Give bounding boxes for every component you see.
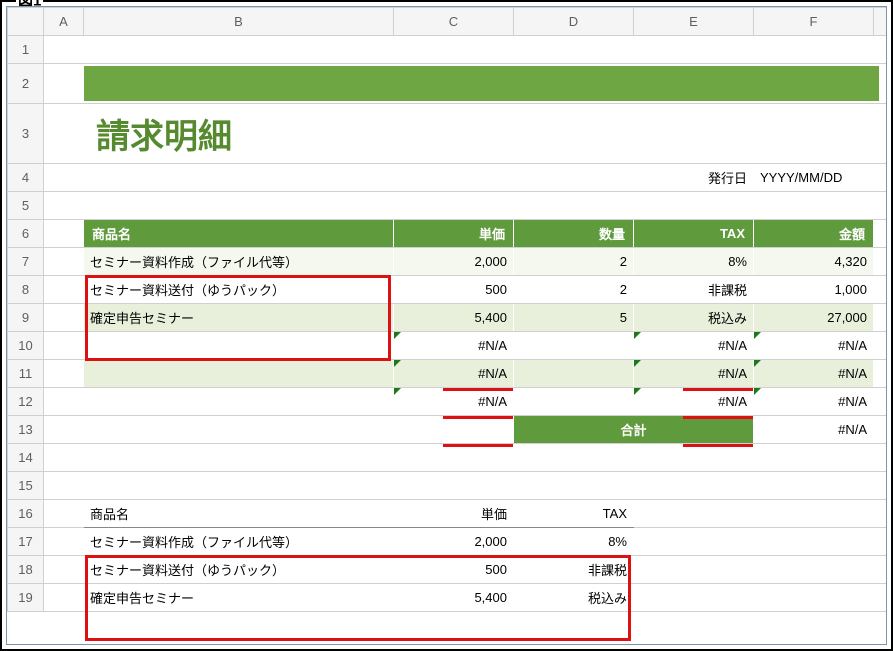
lookup-cell-price[interactable]: 5,400: [394, 584, 514, 612]
invoice-cell-tax-na[interactable]: #N/A: [634, 388, 754, 416]
invoice-th-name: 商品名: [84, 220, 393, 247]
invoice-cell-amt[interactable]: 1,000: [754, 276, 874, 304]
row-header-14[interactable]: 14: [8, 444, 44, 472]
lookup-th-tax: TAX: [514, 500, 634, 528]
col-header-A[interactable]: A: [44, 8, 84, 36]
header-accent-bar: [84, 66, 879, 101]
invoice-cell-name[interactable]: セミナー資料送付（ゆうパック）: [84, 276, 394, 304]
row-header-1[interactable]: 1: [8, 36, 44, 64]
invoice-cell-price[interactable]: 2,000: [394, 248, 514, 276]
row-header-9[interactable]: 9: [8, 304, 44, 332]
col-header-G[interactable]: G: [874, 8, 888, 36]
col-header-F[interactable]: F: [754, 8, 874, 36]
row-header-19[interactable]: 19: [8, 584, 44, 612]
invoice-cell-qty[interactable]: 2: [514, 276, 634, 304]
col-header-C[interactable]: C: [394, 8, 514, 36]
row-header-17[interactable]: 17: [8, 528, 44, 556]
row-header-18[interactable]: 18: [8, 556, 44, 584]
invoice-cell-qty[interactable]: 2: [514, 248, 634, 276]
row-header-2[interactable]: 2: [8, 64, 44, 104]
col-header-E[interactable]: E: [634, 8, 754, 36]
invoice-th-tax: TAX: [634, 220, 753, 247]
issue-date-label: 発行日: [634, 164, 754, 192]
invoice-cell-amt-na[interactable]: #N/A: [754, 360, 874, 388]
row-header-4[interactable]: 4: [8, 164, 44, 192]
invoice-cell-price-na[interactable]: #N/A: [394, 388, 514, 416]
invoice-cell-amt-na[interactable]: #N/A: [754, 388, 874, 416]
lookup-th-name: 商品名: [84, 500, 394, 528]
lookup-cell-tax[interactable]: 非課税: [514, 556, 634, 584]
lookup-cell-name[interactable]: セミナー資料作成（ファイル代等）: [84, 528, 394, 556]
invoice-cell-price-na[interactable]: #N/A: [394, 360, 514, 388]
invoice-cell-amt-na[interactable]: #N/A: [754, 332, 874, 360]
row-header-12[interactable]: 12: [8, 388, 44, 416]
lookup-th-price: 単価: [394, 500, 514, 528]
lookup-cell-name[interactable]: セミナー資料送付（ゆうパック）: [84, 556, 394, 584]
row-header-15[interactable]: 15: [8, 472, 44, 500]
row-header-10[interactable]: 10: [8, 332, 44, 360]
invoice-th-qty: 数量: [514, 220, 633, 247]
select-all-corner[interactable]: [8, 8, 44, 36]
row-header-7[interactable]: 7: [8, 248, 44, 276]
spreadsheet-frame: A B C D E F G 1 2: [6, 6, 887, 645]
invoice-total-label: 合計: [514, 416, 753, 443]
row-header-8[interactable]: 8: [8, 276, 44, 304]
col-header-B[interactable]: B: [84, 8, 394, 36]
invoice-cell-tax-na[interactable]: #N/A: [634, 332, 754, 360]
invoice-cell-amt[interactable]: 4,320: [754, 248, 874, 276]
invoice-cell-tax[interactable]: 8%: [634, 248, 754, 276]
column-header-row: A B C D E F G: [8, 8, 888, 36]
lookup-cell-price[interactable]: 2,000: [394, 528, 514, 556]
invoice-cell-name[interactable]: セミナー資料作成（ファイル代等）: [84, 248, 394, 276]
lookup-cell-name[interactable]: 確定申告セミナー: [84, 584, 394, 612]
invoice-cell-name[interactable]: 確定申告セミナー: [84, 304, 394, 332]
col-header-D[interactable]: D: [514, 8, 634, 36]
page-title: 請求明細: [90, 118, 232, 156]
invoice-cell-tax-na[interactable]: #N/A: [634, 360, 754, 388]
invoice-cell-price[interactable]: 5,400: [394, 304, 514, 332]
invoice-cell-tax[interactable]: 税込み: [634, 304, 754, 332]
invoice-total-value[interactable]: #N/A: [754, 416, 874, 444]
invoice-cell-tax[interactable]: 非課税: [634, 276, 754, 304]
row-header-11[interactable]: 11: [8, 360, 44, 388]
row-header-3[interactable]: 3: [8, 104, 44, 164]
invoice-th-amt: 金額: [754, 220, 873, 247]
row-header-5[interactable]: 5: [8, 192, 44, 220]
lookup-cell-tax[interactable]: 税込み: [514, 584, 634, 612]
invoice-cell-amt[interactable]: 27,000: [754, 304, 874, 332]
spreadsheet-grid: A B C D E F G 1 2: [7, 7, 887, 612]
invoice-cell-price-na[interactable]: #N/A: [394, 332, 514, 360]
lookup-cell-price[interactable]: 500: [394, 556, 514, 584]
invoice-cell-qty[interactable]: 5: [514, 304, 634, 332]
row-header-13[interactable]: 13: [8, 416, 44, 444]
row-header-16[interactable]: 16: [8, 500, 44, 528]
row-header-6[interactable]: 6: [8, 220, 44, 248]
invoice-th-price: 単価: [394, 220, 513, 247]
issue-date-value: YYYY/MM/DD: [754, 164, 874, 192]
lookup-cell-tax[interactable]: 8%: [514, 528, 634, 556]
invoice-cell-price[interactable]: 500: [394, 276, 514, 304]
